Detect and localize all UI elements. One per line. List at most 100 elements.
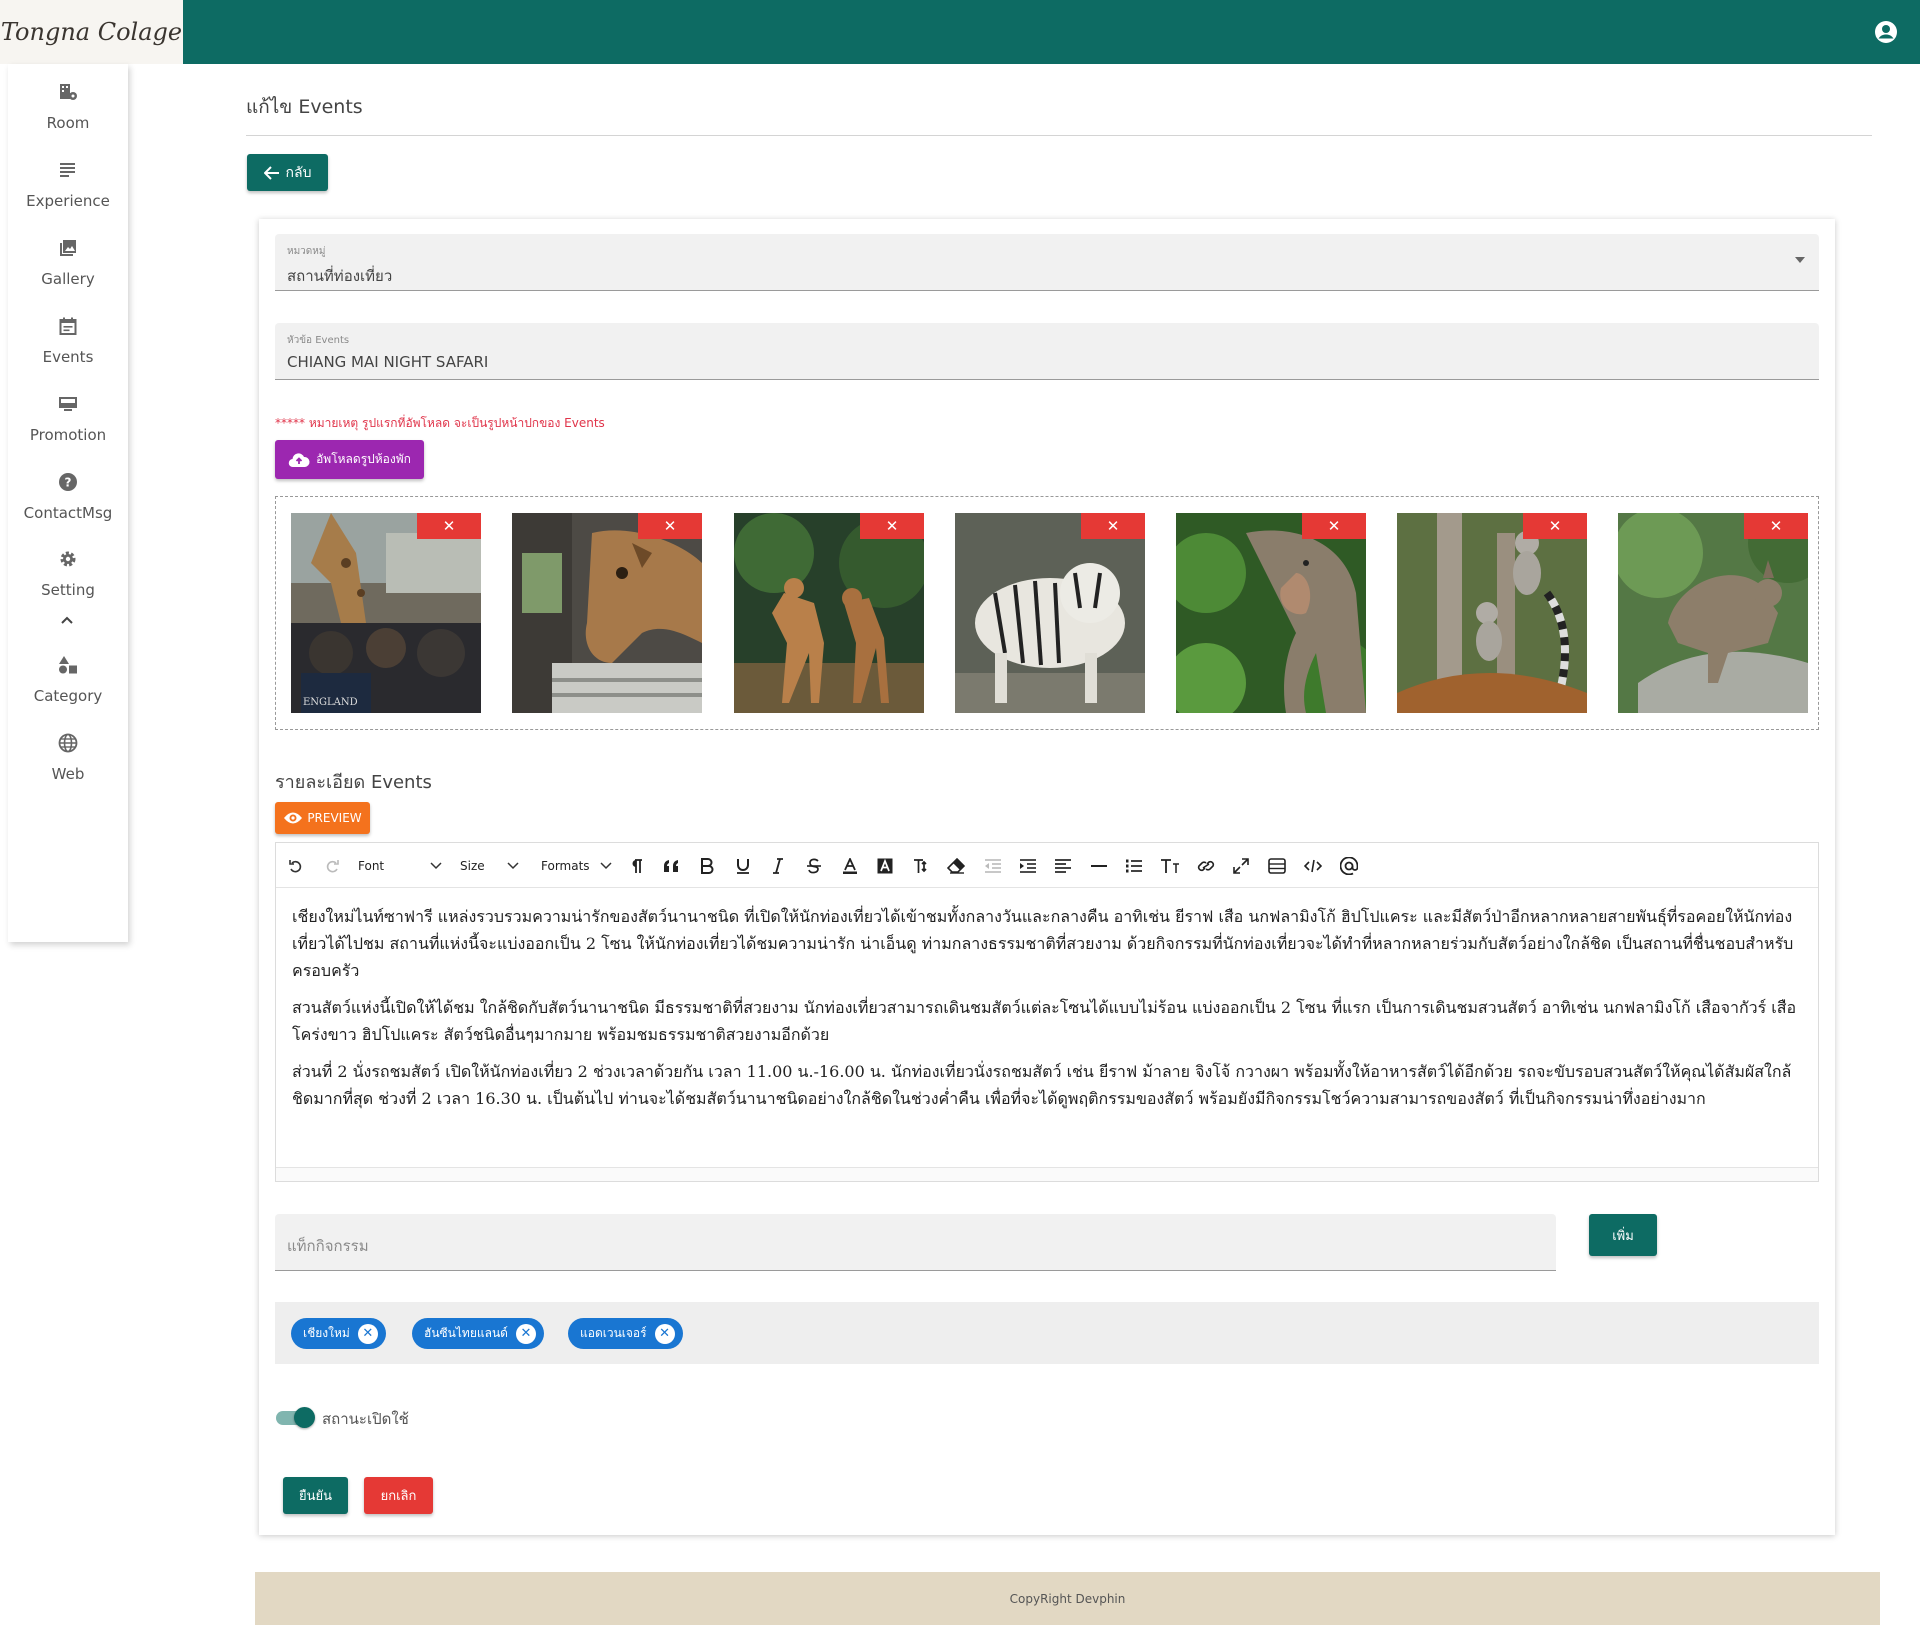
monitor-icon	[59, 397, 77, 411]
event-title-field[interactable]: หัวข้อ Events CHIANG MAI NIGHT SAFARI	[275, 323, 1819, 380]
mention-button[interactable]	[1340, 843, 1358, 888]
editor-toolbar: Font Size Formats	[276, 843, 1818, 888]
editor-content[interactable]: เชียงใหม่ไนท์ซาฟารี แหล่งรวบรวมความน่ารั…	[292, 903, 1802, 1122]
preview-label: PREVIEW	[307, 811, 362, 825]
confirm-button[interactable]: ยืนยัน	[283, 1477, 348, 1514]
delete-image-button[interactable]: ✕	[638, 513, 702, 539]
sidebar-item-label: Category	[33, 687, 103, 705]
toggle-knob	[294, 1407, 315, 1428]
fullscreen-button[interactable]	[1233, 843, 1249, 888]
category-select[interactable]: หมวดหมู่ สถานที่ท่องเที่ยว	[275, 234, 1819, 291]
code-view-button[interactable]	[1304, 843, 1322, 888]
preview-button[interactable]: PREVIEW	[275, 802, 370, 834]
remove-tag-icon[interactable]: ✕	[357, 1323, 378, 1344]
background-color-button[interactable]	[877, 843, 893, 888]
blockquote-button[interactable]	[663, 843, 681, 888]
font-color-button[interactable]	[842, 843, 858, 888]
undo-button[interactable]	[288, 843, 304, 888]
room-settings-icon	[60, 84, 77, 100]
gallery-image[interactable]: ✕	[512, 513, 702, 713]
delete-image-button[interactable]: ✕	[417, 513, 481, 539]
dropdown-arrow-icon	[1795, 257, 1805, 263]
white-tiger-photo	[955, 513, 1145, 713]
upload-images-button[interactable]: อัพโหลดรูปห้องพัก	[275, 440, 424, 479]
tag-chip-label: เชียงใหม่	[303, 1326, 350, 1340]
horizontal-rule-button[interactable]	[1090, 843, 1108, 888]
account-circle-icon[interactable]	[1874, 20, 1898, 44]
event-title-label: หัวข้อ Events	[287, 335, 350, 346]
formats-select[interactable]: Formats	[541, 843, 612, 888]
status-toggle[interactable]	[276, 1407, 315, 1428]
svg-text:ENGLAND: ENGLAND	[303, 697, 358, 708]
editor-paragraph: เชียงใหม่ไนท์ซาฟารี แหล่งรวบรวมความน่ารั…	[292, 907, 1794, 980]
gallery-image[interactable]: ✕	[1618, 513, 1808, 713]
bold-icon	[701, 857, 714, 874]
activity-tag-input[interactable]: แท็กกิจกรรม	[275, 1214, 1556, 1271]
tag-chip: แอดเวนเจอร์ ✕	[568, 1318, 683, 1349]
cancel-button[interactable]: ยกเลิก	[364, 1477, 433, 1514]
quote-icon	[664, 859, 678, 872]
remove-tag-icon[interactable]: ✕	[654, 1323, 675, 1344]
top-app-bar: Tongna Colage	[0, 0, 1920, 64]
lemurs-photo	[1397, 513, 1587, 713]
back-button[interactable]: กลับ	[247, 154, 328, 191]
line-height-button[interactable]	[1160, 843, 1180, 888]
align-button[interactable]	[1054, 843, 1072, 888]
delete-image-button[interactable]: ✕	[1302, 513, 1366, 539]
delete-image-button[interactable]: ✕	[1744, 513, 1808, 539]
sidebar-item-setting[interactable]: Setting	[8, 539, 128, 609]
eraser-icon	[947, 857, 965, 874]
gallery-image[interactable]: ✕	[1397, 513, 1587, 713]
sidebar-item-contactmsg[interactable]: ? ContactMsg	[8, 462, 128, 532]
brand-logo[interactable]: Tongna Colage	[0, 0, 183, 64]
remove-tag-icon[interactable]: ✕	[515, 1323, 536, 1344]
font-color-icon	[843, 857, 857, 874]
chevron-up-icon[interactable]	[60, 615, 74, 625]
horizontal-rule-icon	[1091, 864, 1107, 867]
copyright-text: CopyRight Devphin	[1009, 1591, 1126, 1606]
table-button[interactable]	[1268, 843, 1286, 888]
sidebar-item-promotion[interactable]: Promotion	[8, 384, 128, 454]
outdent-button[interactable]	[984, 843, 1002, 888]
font-select[interactable]: Font	[358, 843, 442, 888]
tag-chip: เชียงใหม่ ✕	[291, 1318, 386, 1349]
delete-image-button[interactable]: ✕	[860, 513, 924, 539]
delete-image-button[interactable]: ✕	[1081, 513, 1145, 539]
chevron-down-icon	[600, 861, 612, 869]
link-button[interactable]	[1197, 843, 1215, 888]
gallery-image[interactable]: ✕	[1176, 513, 1366, 713]
italic-button[interactable]	[772, 843, 784, 888]
rich-text-editor[interactable]: Font Size Formats เชียงใหม่ไนท์ซาฟารี แห…	[275, 842, 1819, 1182]
strikethrough-button[interactable]	[807, 843, 821, 888]
delete-image-button[interactable]: ✕	[1523, 513, 1587, 539]
sidebar-item-gallery[interactable]: Gallery	[8, 228, 128, 298]
sidebar-item-events[interactable]: Events	[8, 306, 128, 376]
editor-resize-bar[interactable]	[276, 1167, 1818, 1181]
underline-button[interactable]	[736, 843, 750, 888]
redo-button[interactable]	[324, 843, 340, 888]
paragraph-button[interactable]	[628, 843, 644, 888]
sidebar-item-label: Promotion	[29, 426, 107, 444]
chevron-down-icon	[430, 861, 442, 869]
event-note-icon	[59, 317, 77, 335]
bold-button[interactable]	[700, 843, 714, 888]
gallery-image[interactable]: ✕	[955, 513, 1145, 713]
text-height-icon	[914, 858, 927, 873]
sidebar-item-web[interactable]: Web	[8, 723, 128, 793]
clear-format-button[interactable]	[912, 843, 928, 888]
upload-images-label: อัพโหลดรูปห้องพัก	[316, 452, 411, 466]
eraser-button[interactable]	[947, 843, 965, 888]
sidebar-item-experience[interactable]: Experience	[8, 150, 128, 220]
activity-tag-placeholder: แท็กกิจกรรม	[287, 1237, 369, 1255]
indent-button[interactable]	[1019, 843, 1037, 888]
title-divider	[246, 135, 1872, 136]
gallery-image[interactable]: ENGLAND ✕	[291, 513, 481, 713]
ordered-list-button[interactable]	[1125, 843, 1143, 888]
at-sign-icon	[1340, 856, 1358, 875]
sidebar-item-category[interactable]: Category	[8, 645, 128, 715]
add-tag-button[interactable]: เพิ่ม	[1589, 1214, 1657, 1256]
size-select[interactable]: Size	[460, 843, 519, 888]
gallery-image[interactable]: ✕	[734, 513, 924, 713]
sidebar-item-room[interactable]: Room	[8, 72, 128, 142]
indent-icon	[1020, 858, 1036, 873]
